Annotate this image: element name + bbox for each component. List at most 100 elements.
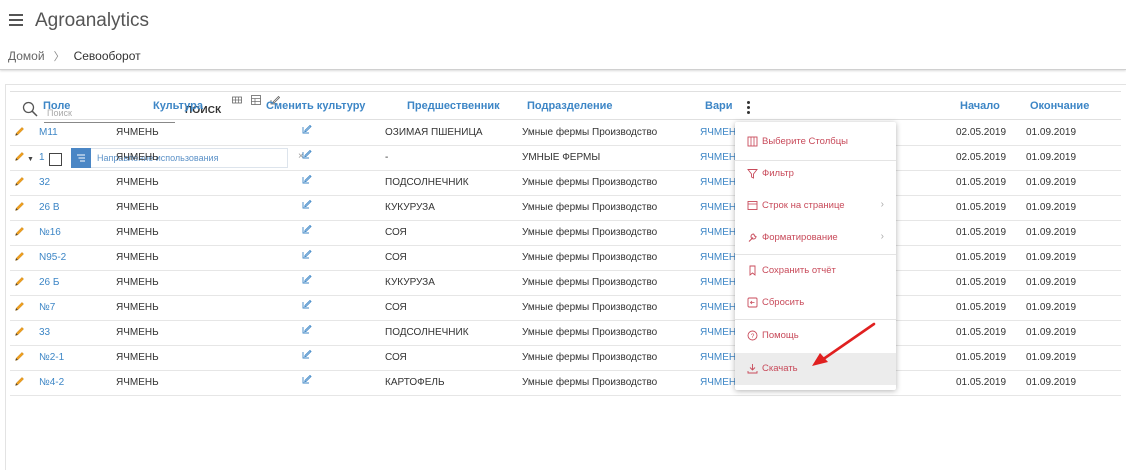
cell-field[interactable]: 33 (39, 327, 50, 338)
menu-item-label: Выберите Столбцы (762, 136, 848, 147)
cell-field[interactable]: 1 (39, 152, 45, 163)
breadcrumb-home-link[interactable]: Домой (8, 49, 45, 63)
cell-variety[interactable]: ЯЧМЕН (700, 152, 736, 163)
change-crop-icon[interactable] (302, 224, 312, 234)
change-crop-icon[interactable] (302, 349, 312, 359)
table-row[interactable]: 1 ЯЧМЕНЬ - УМНЫЕ ФЕРМЫ ЯЧМЕН 02.05.2019 01.09.… (10, 146, 1121, 171)
cell-variety[interactable]: ЯЧМЕН (700, 127, 736, 138)
table-row[interactable]: 26 В ЯЧМЕНЬ КУКУРУЗА Умные фермы Производст… (10, 196, 1121, 221)
cell-unit: Умные фермы Производство (522, 327, 658, 338)
cell-variety[interactable]: ЯЧМЕН (700, 202, 736, 213)
cell-unit: Умные фермы Производство (522, 277, 658, 288)
chevron-right-icon: › (880, 231, 884, 242)
pencil-icon[interactable] (14, 276, 25, 287)
top-bar: Agroanalytics Домой 〉 Севооборот (0, 0, 1126, 70)
change-crop-icon[interactable] (302, 249, 312, 259)
column-header-unit[interactable]: Подразделение (527, 100, 613, 112)
cell-crop: ЯЧМЕНЬ (116, 302, 159, 313)
pencil-icon[interactable] (14, 126, 25, 137)
breadcrumb: Домой 〉 Севооборот (8, 48, 141, 64)
cell-field[interactable]: №4-2 (39, 377, 64, 388)
table-row[interactable]: M11 ЯЧМЕНЬ ОЗИМАЯ ПШЕНИЦА Умные фермы Произ… (10, 121, 1121, 146)
menu-item-save-report[interactable]: Сохранить отчёт (735, 255, 896, 287)
cell-end: 01.09.2019 (1026, 252, 1077, 263)
column-header-end[interactable]: Окончание (1030, 100, 1089, 112)
table-row[interactable]: №16 ЯЧМЕНЬ СОЯ Умные фермы Производство ЯЧМЕ… (10, 221, 1121, 246)
cell-unit: Умные фермы Производство (522, 127, 658, 138)
bookmark-icon (749, 265, 756, 276)
cell-predecessor: СОЯ (385, 252, 407, 263)
cell-field[interactable]: 26 Б (39, 277, 59, 288)
wrench-icon (748, 233, 757, 242)
change-crop-icon[interactable] (302, 324, 312, 334)
column-header-variety[interactable]: Вари (705, 100, 733, 112)
table-row[interactable]: 32 ЯЧМЕНЬ ПОДСОЛНЕЧНИК Умные фермы Производ… (10, 171, 1121, 196)
column-header-field[interactable]: Поле (43, 100, 70, 112)
help-icon: ? (747, 330, 758, 341)
change-crop-icon[interactable] (302, 199, 312, 209)
table-row[interactable]: №7 ЯЧМЕНЬ СОЯ Умные фермы Производство ЯЧМЕН… (10, 296, 1121, 321)
cell-start: 01.05.2019 (956, 327, 1007, 338)
change-crop-icon[interactable] (302, 374, 312, 384)
table-row[interactable]: №2-1 ЯЧМЕНЬ СОЯ Умные фермы Производство ЯЧМ… (10, 346, 1121, 371)
pencil-icon[interactable] (14, 301, 25, 312)
pencil-icon[interactable] (14, 376, 25, 387)
table-row[interactable]: 26 Б ЯЧМЕНЬ КУКУРУЗА Умные фермы Производст… (10, 271, 1121, 296)
pencil-icon[interactable] (14, 151, 25, 162)
cell-end: 01.09.2019 (1026, 327, 1077, 338)
cell-field[interactable]: №16 (39, 227, 61, 238)
cell-field[interactable]: №7 (39, 302, 55, 313)
pencil-icon[interactable] (14, 251, 25, 262)
menu-item-formatting[interactable]: Форматирование › (735, 222, 896, 254)
change-crop-icon[interactable] (302, 299, 312, 309)
pencil-icon[interactable] (14, 176, 25, 187)
cell-field[interactable]: №2-1 (39, 352, 64, 363)
change-crop-icon[interactable] (302, 274, 312, 284)
table-row[interactable]: 33 ЯЧМЕНЬ ПОДСОЛНЕЧНИК Умные фермы Производ… (10, 321, 1121, 346)
cell-field[interactable]: M11 (39, 127, 58, 138)
pencil-icon[interactable] (14, 201, 25, 212)
cell-field[interactable]: 32 (39, 177, 50, 188)
cell-unit: УМНЫЕ ФЕРМЫ (522, 152, 601, 163)
cell-field[interactable]: N95-2 (39, 252, 66, 263)
change-crop-icon[interactable] (302, 174, 312, 184)
table-row[interactable]: №4-2 ЯЧМЕНЬ КАРТОФЕЛЬ Умные фермы Производс… (10, 371, 1121, 396)
menu-item-rows-per-page[interactable]: Строк на странице › (735, 190, 896, 222)
cell-start: 02.05.2019 (956, 127, 1007, 138)
cell-unit: Умные фермы Производство (522, 252, 658, 263)
cell-crop: ЯЧМЕНЬ (116, 352, 159, 363)
cell-variety[interactable]: ЯЧМЕН (700, 277, 736, 288)
cell-field[interactable]: 26 В (39, 202, 60, 213)
menu-item-filter[interactable]: Фильтр (735, 158, 896, 190)
column-header-start[interactable]: Начало (960, 100, 1000, 112)
cell-variety[interactable]: ЯЧМЕН (700, 227, 736, 238)
column-header-predecessor[interactable]: Предшественник (407, 100, 500, 112)
cell-crop: ЯЧМЕНЬ (116, 152, 159, 163)
cell-predecessor: КУКУРУЗА (385, 277, 435, 288)
cell-end: 01.09.2019 (1026, 227, 1077, 238)
column-header-crop[interactable]: Культура (153, 100, 203, 112)
cell-start: 01.05.2019 (956, 177, 1007, 188)
menu-item-label: Строк на странице (762, 200, 845, 211)
pencil-icon[interactable] (14, 326, 25, 337)
cell-start: 01.05.2019 (956, 302, 1007, 313)
cell-variety[interactable]: ЯЧМЕН (700, 177, 736, 188)
cell-end: 01.09.2019 (1026, 152, 1077, 163)
cell-start: 02.05.2019 (956, 152, 1007, 163)
hamburger-menu-icon[interactable] (9, 14, 23, 26)
cell-crop: ЯЧМЕНЬ (116, 327, 159, 338)
cell-start: 01.05.2019 (956, 227, 1007, 238)
pencil-icon[interactable] (14, 226, 25, 237)
menu-item-select-columns[interactable]: Выберите Столбцы (735, 126, 896, 158)
table-body: M11 ЯЧМЕНЬ ОЗИМАЯ ПШЕНИЦА Умные фермы Произ… (10, 121, 1121, 396)
menu-item-reset[interactable]: Сбросить (735, 287, 896, 319)
change-crop-icon[interactable] (302, 149, 312, 159)
cell-variety[interactable]: ЯЧМЕН (700, 252, 736, 263)
change-crop-icon[interactable] (302, 124, 312, 134)
cell-unit: Умные фермы Производство (522, 377, 658, 388)
table-row[interactable]: N95-2 ЯЧМЕНЬ СОЯ Умные фермы Производство ЯЧ… (10, 246, 1121, 271)
cell-predecessor: СОЯ (385, 302, 407, 313)
pencil-icon[interactable] (14, 351, 25, 362)
cell-start: 01.05.2019 (956, 277, 1007, 288)
column-header-change-crop[interactable]: Сменить культуру (266, 100, 365, 112)
